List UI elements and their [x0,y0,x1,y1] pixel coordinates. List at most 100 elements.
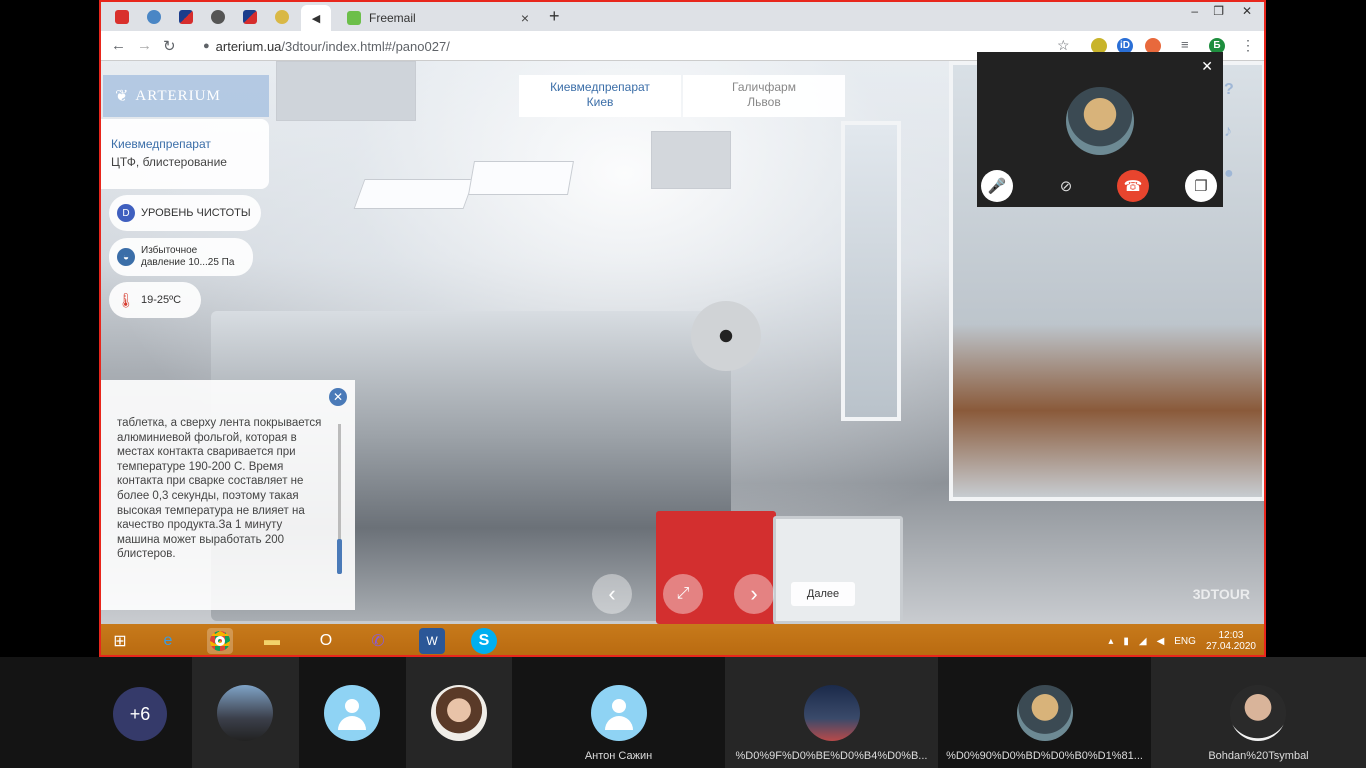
help-icon[interactable]: ? [1224,81,1244,101]
participant-tile[interactable] [406,657,512,768]
volume-icon[interactable]: ◀ [1157,636,1165,647]
cleanliness-badge[interactable]: D УРОВЕНЬ ЧИСТОТЫ [109,195,261,231]
file-explorer-icon[interactable]: ▬ [259,628,285,654]
logo-mark-icon: ❦ [115,88,130,105]
language-indicator[interactable]: ENG [1174,636,1196,647]
user-icon[interactable]: ● [1224,165,1244,185]
pinned-tab-4[interactable] [203,6,233,28]
city-name: Галичфарм [732,80,796,94]
white-crate [773,516,903,624]
close-icon[interactable]: ✕ [1201,58,1213,75]
participants-bar: Антон Сажин %D0%9F%D0%BE%D0%B4%D0%B... %… [0,657,1366,768]
city-name: Киевмедпрепарат [550,80,650,94]
viber-icon[interactable]: ✆ [365,628,391,654]
address-bar[interactable]: ● arterium.ua/3dtour/index.html#/pano027… [189,35,1069,57]
network-icon[interactable]: ▮ [1123,636,1129,647]
participant-name: %D0%90%D0%BD%D0%B0%D1%81... [946,750,1143,762]
participant-name: %D0%9F%D0%BE%D0%B4%D0%B... [735,750,928,762]
caller-avatar [1066,87,1134,155]
minimize-button[interactable]: – [1191,4,1198,18]
window-switch-icon[interactable]: ❐ [1185,170,1217,202]
pressure-label-line1: Избыточное [141,245,198,256]
lock-icon: ● [203,40,210,52]
speaker-icon: ◀ [311,12,321,25]
media-icon[interactable]: ≡ [1181,37,1189,52]
flag-icon [179,10,193,24]
hang-up-icon[interactable]: ☎ [1117,170,1149,202]
more-participants-badge[interactable]: +6 [113,687,167,741]
compass-icon [275,10,289,24]
participant-tile[interactable]: Bohdan%20Tsymbal [1151,657,1366,768]
ceiling-light [353,179,475,209]
participant-tile[interactable] [192,657,299,768]
internet-explorer-icon[interactable]: e [155,628,181,654]
clock[interactable]: 12:03 27.04.2020 [1206,630,1256,652]
location-title: Киевмедпрепарат [111,137,211,151]
reload-icon[interactable]: ↻ [163,37,176,55]
arterium-logo[interactable]: ❦ ARTERIUM [103,75,269,117]
city-location: Киев [586,95,614,109]
globe-icon [147,10,161,24]
city-button-lviv[interactable]: Галичфарм Львов [683,75,845,117]
word-icon[interactable]: W [419,628,445,654]
skype-icon[interactable]: S [471,628,497,654]
next-button[interactable]: Далее [791,582,855,606]
pinned-tab-2[interactable] [139,6,169,28]
maximize-button[interactable]: ❐ [1213,4,1224,18]
windows-start-icon[interactable]: ⊞ [107,628,133,654]
pinned-tab-5[interactable] [235,6,265,28]
participant-tile[interactable] [299,657,406,768]
next-arrow-icon[interactable]: › [734,574,774,614]
participant-tile[interactable]: %D0%9F%D0%BE%D0%B4%D0%B... [725,657,938,768]
windows-taskbar: ⊞ e ▬ O ✆ W S ▴ ▮ ◢ ◀ ENG 12:03 27.04.20… [101,624,1264,655]
3dtour-watermark: 3DTOUR [1192,586,1250,602]
scrollbar-thumb[interactable] [337,539,342,574]
book-icon [115,10,129,24]
avatar [431,685,487,741]
city-button-kyiv[interactable]: Киевмедпрепарат Киев [519,75,681,117]
tab-freemail[interactable]: Freemail × [339,5,535,31]
pinned-tab-3[interactable] [171,6,201,28]
info-panel: ✕ таблетка, а сверху лента покрывается а… [101,380,355,610]
fullscreen-icon[interactable]: ⤢ [663,574,703,614]
tray-arrow-icon[interactable]: ▴ [1108,636,1113,647]
back-icon[interactable]: ← [111,37,126,54]
logo-text: ARTERIUM [135,87,221,104]
ceiling-vent [276,61,416,121]
camera-off-icon[interactable]: ⊘ [1050,170,1082,202]
music-icon[interactable]: ♪ [1224,123,1244,143]
wall-window [841,121,901,421]
participant-tile[interactable]: %D0%90%D0%BD%D0%B0%D1%81... [938,657,1151,768]
participant-tile[interactable]: Антон Сажин [512,657,725,768]
info-scrollbar[interactable] [337,424,342,574]
pinned-tab-6[interactable] [267,6,297,28]
foil-reel [691,301,761,371]
signal-icon[interactable]: ◢ [1139,636,1147,647]
pinned-tab-1[interactable] [107,6,137,28]
browser-tab-strip: ◀ Freemail × + – ❐ ✕ [101,2,1264,31]
close-icon[interactable]: ✕ [329,388,347,406]
avatar [324,685,380,741]
chrome-icon[interactable] [207,628,233,654]
cleanliness-label: УРОВЕНЬ ЧИСТОТЫ [141,207,251,219]
close-tab-icon[interactable]: × [521,10,529,26]
video-call-window: ✕ 🎤 ⊘ ☎ ❐ [977,52,1223,207]
menu-dots-icon[interactable]: ⋮ [1241,37,1255,54]
avatar [1230,685,1286,741]
tab-active-audio[interactable]: ◀ [301,5,331,31]
clock-date: 27.04.2020 [1205,641,1256,652]
close-window-button[interactable]: ✕ [1242,4,1252,18]
previous-arrow-icon[interactable]: ‹ [592,574,632,614]
pressure-badge[interactable]: ◒ Избыточное давление 10...25 Па [109,238,253,276]
avatar [217,685,273,741]
temperature-badge[interactable]: 🌡 19-25ºC [109,282,201,318]
city-location: Львов [747,95,781,109]
url-path: /3dtour/index.html#/pano027/ [281,38,450,54]
participant-name: Антон Сажин [584,750,653,762]
new-tab-button[interactable]: + [549,6,560,27]
forward-icon[interactable]: → [137,37,152,54]
temperature-label: 19-25ºC [141,294,182,306]
microphone-icon[interactable]: 🎤 [981,170,1013,202]
opera-icon[interactable]: O [313,628,339,654]
system-tray: ▴ ▮ ◢ ◀ ENG 12:03 27.04.2020 [1108,630,1256,652]
